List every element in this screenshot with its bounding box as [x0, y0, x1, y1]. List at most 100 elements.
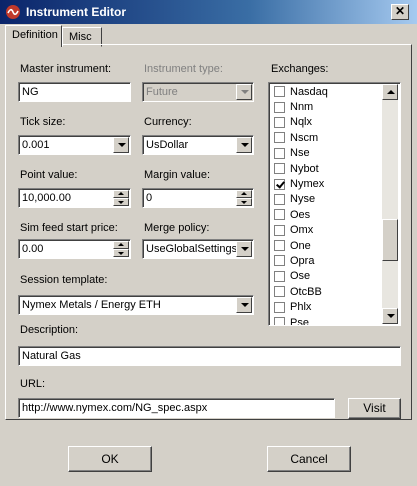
exchange-name: OtcBB [290, 285, 322, 298]
exchange-rows: Nasdaq Nnm Nqlx Nscm Nse Nybot Nymex Nyse Oes Omx… [270, 84, 382, 326]
session-template-select[interactable]: Nymex Metals / Energy ETH [18, 295, 254, 315]
title-bar: Instrument Editor ✕ [0, 0, 417, 24]
checkbox-icon[interactable] [274, 132, 285, 144]
point-value-value: 10,000.00 [22, 192, 71, 204]
checkbox-icon[interactable] [274, 240, 285, 252]
spin-up-icon[interactable] [113, 241, 129, 249]
checkbox-icon[interactable] [274, 86, 285, 98]
scroll-up-icon[interactable] [382, 84, 398, 100]
list-item[interactable]: Nnm [270, 99, 382, 114]
list-item[interactable]: One [270, 238, 382, 253]
window-title: Instrument Editor [26, 5, 127, 19]
spin-down-icon[interactable] [113, 249, 129, 257]
list-item[interactable]: Phlx [270, 299, 382, 314]
tab-definition[interactable]: Definition [5, 25, 62, 47]
exchanges-scrollbar[interactable] [382, 84, 398, 324]
checkbox-icon[interactable] [274, 270, 285, 282]
exchange-name: Phlx [290, 301, 312, 314]
tick-size-value: 0.001 [22, 139, 50, 151]
exchanges-label: Exchanges: [271, 63, 329, 75]
tab-misc-label: Misc [69, 31, 92, 43]
tab-definition-label: Definition [12, 29, 58, 41]
list-item[interactable]: Pse [270, 315, 382, 326]
exchange-name: Omx [290, 224, 314, 237]
chevron-down-icon[interactable] [113, 137, 129, 153]
checkbox-icon[interactable] [274, 147, 285, 159]
checkbox-icon[interactable] [274, 301, 285, 313]
scrollbar-thumb[interactable] [382, 219, 398, 261]
chevron-down-icon[interactable] [236, 241, 252, 257]
chevron-down-icon[interactable] [236, 297, 252, 313]
url-value: http://www.nymex.com/NG_spec.aspx [22, 402, 208, 414]
exchange-name: Nqlx [290, 116, 313, 129]
checkbox-icon[interactable] [274, 178, 285, 190]
list-item[interactable]: Nqlx [270, 115, 382, 130]
exchange-name: Nnm [290, 101, 314, 114]
list-item[interactable]: Oes [270, 207, 382, 222]
checkbox-icon[interactable] [274, 101, 285, 113]
spin-down-icon[interactable] [236, 198, 252, 206]
master-instrument-label: Master instrument: [20, 63, 112, 75]
exchange-name: Ose [290, 270, 311, 283]
sim-feed-start-price-value: 0.00 [22, 243, 44, 255]
list-item[interactable]: Nymex [270, 176, 382, 191]
sim-feed-start-price-label: Sim feed start price: [20, 222, 118, 234]
list-item[interactable]: Opra [270, 253, 382, 268]
exchange-name: Pse [290, 316, 309, 326]
exchange-name: Nse [290, 147, 310, 160]
exchange-name: Oes [290, 208, 311, 221]
currency-label: Currency: [144, 116, 192, 128]
session-template-label: Session template: [20, 274, 108, 286]
url-input[interactable]: http://www.nymex.com/NG_spec.aspx [18, 398, 335, 418]
description-input[interactable]: Natural Gas [18, 346, 401, 366]
spin-up-icon[interactable] [236, 190, 252, 198]
checkbox-icon[interactable] [274, 224, 285, 236]
exchange-name: Nymex [290, 178, 325, 191]
description-label: Description: [20, 324, 79, 336]
list-item[interactable]: Nyse [270, 192, 382, 207]
list-item[interactable]: Nasdaq [270, 84, 382, 99]
chevron-down-icon [236, 84, 252, 100]
url-label: URL: [20, 378, 46, 390]
close-icon: ✕ [394, 4, 406, 18]
master-instrument-input[interactable]: NG [18, 82, 131, 102]
checkbox-icon[interactable] [274, 163, 285, 175]
visit-button[interactable]: Visit [348, 398, 401, 419]
close-button[interactable]: ✕ [391, 4, 409, 20]
checkbox-icon[interactable] [274, 209, 285, 221]
ok-button[interactable]: OK [68, 446, 152, 472]
exchange-name: Nscm [290, 131, 319, 144]
list-item[interactable]: Nscm [270, 130, 382, 145]
merge-policy-value: UseGlobalSettings [146, 243, 238, 255]
exchange-name: One [290, 239, 311, 252]
checkbox-icon[interactable] [274, 255, 285, 267]
checkbox-icon[interactable] [274, 193, 285, 205]
list-item[interactable]: Omx [270, 223, 382, 238]
merge-policy-label: Merge policy: [144, 222, 210, 234]
list-item[interactable]: OtcBB [270, 284, 382, 299]
currency-value: UsDollar [146, 139, 189, 151]
exchange-name: Nasdaq [290, 85, 328, 98]
chevron-down-icon[interactable] [236, 137, 252, 153]
checkbox-icon[interactable] [274, 116, 285, 128]
exchange-name: Nybot [290, 162, 319, 175]
list-item[interactable]: Ose [270, 269, 382, 284]
spin-down-icon[interactable] [113, 198, 129, 206]
list-item[interactable]: Nybot [270, 161, 382, 176]
instrument-type-label: Instrument type: [144, 63, 223, 75]
spin-up-icon[interactable] [113, 190, 129, 198]
exchange-name: Nyse [290, 193, 316, 206]
cancel-button[interactable]: Cancel [267, 446, 351, 472]
description-value: Natural Gas [22, 350, 81, 362]
instrument-app-icon [6, 5, 20, 19]
list-item[interactable]: Nse [270, 146, 382, 161]
checkbox-icon[interactable] [274, 317, 285, 325]
point-value-label: Point value: [20, 169, 78, 181]
checkbox-icon[interactable] [274, 286, 285, 298]
margin-value-value: 0 [146, 192, 153, 204]
margin-value-label: Margin value: [144, 169, 211, 181]
exchange-name: Opra [290, 254, 315, 267]
scroll-down-icon[interactable] [382, 308, 398, 324]
session-template-value: Nymex Metals / Energy ETH [22, 299, 161, 311]
instrument-type-value: Future [146, 86, 178, 98]
